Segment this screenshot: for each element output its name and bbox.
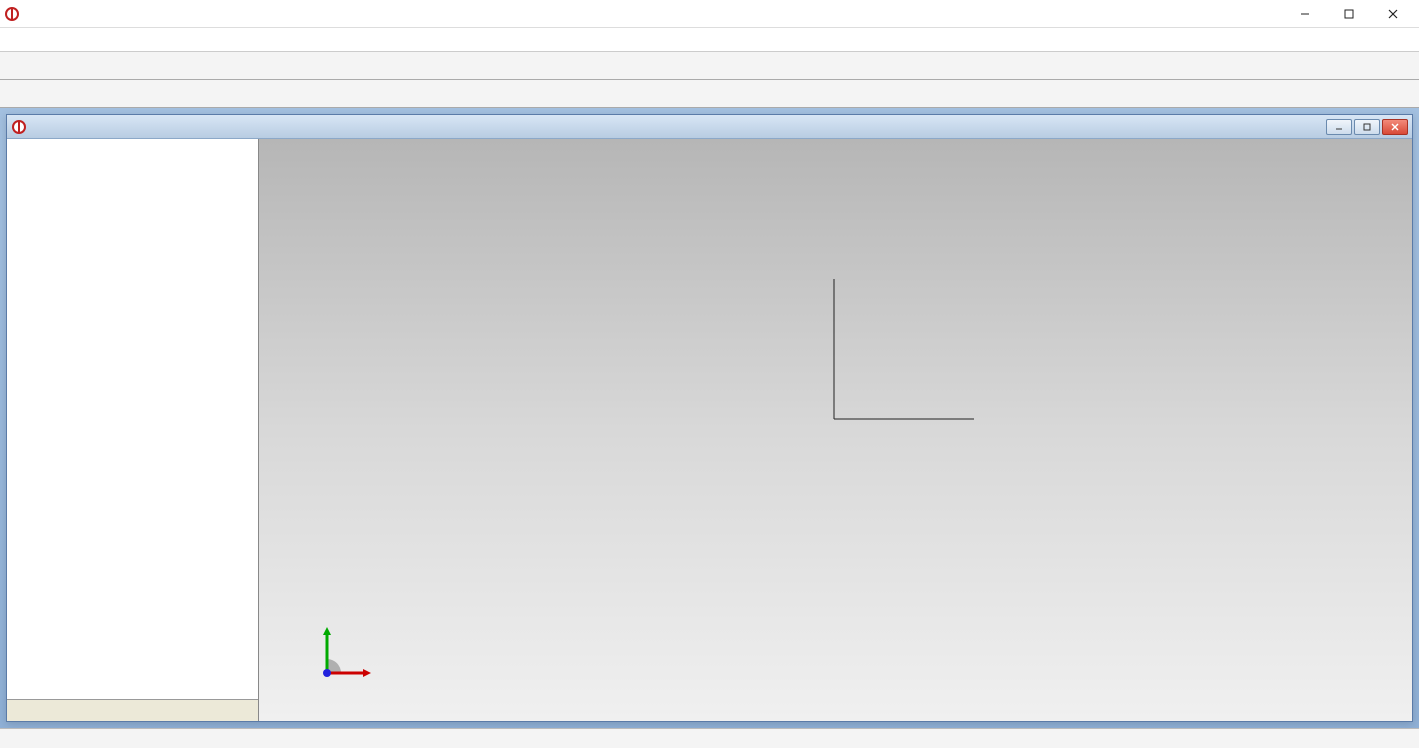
- mdi-body: [7, 139, 1412, 721]
- orientation-gizmo: [309, 621, 369, 681]
- toolbar-row-1: [0, 52, 1419, 80]
- window-controls: [1283, 0, 1415, 28]
- statusbar: [0, 728, 1419, 748]
- mdi-controls: [1326, 119, 1408, 135]
- close-button[interactable]: [1371, 0, 1415, 28]
- minimize-button[interactable]: [1283, 0, 1327, 28]
- viewport-3d[interactable]: [259, 139, 1412, 721]
- mdi-window-icon: [11, 119, 27, 135]
- mdi-minimize-button[interactable]: [1326, 119, 1352, 135]
- mdi-maximize-button[interactable]: [1354, 119, 1380, 135]
- left-tabs: [7, 699, 258, 721]
- mdi-window: [6, 114, 1413, 722]
- mdi-titlebar[interactable]: [7, 115, 1412, 139]
- titlebar: [0, 0, 1419, 28]
- menubar: [0, 28, 1419, 52]
- scene-axes: [824, 269, 974, 419]
- maximize-button[interactable]: [1327, 0, 1371, 28]
- app-icon: [4, 6, 20, 22]
- tree-view[interactable]: [7, 139, 258, 699]
- toolbar-row-2: [0, 80, 1419, 108]
- mdi-area: [0, 108, 1419, 728]
- left-pane: [7, 139, 259, 721]
- mdi-close-button[interactable]: [1382, 119, 1408, 135]
